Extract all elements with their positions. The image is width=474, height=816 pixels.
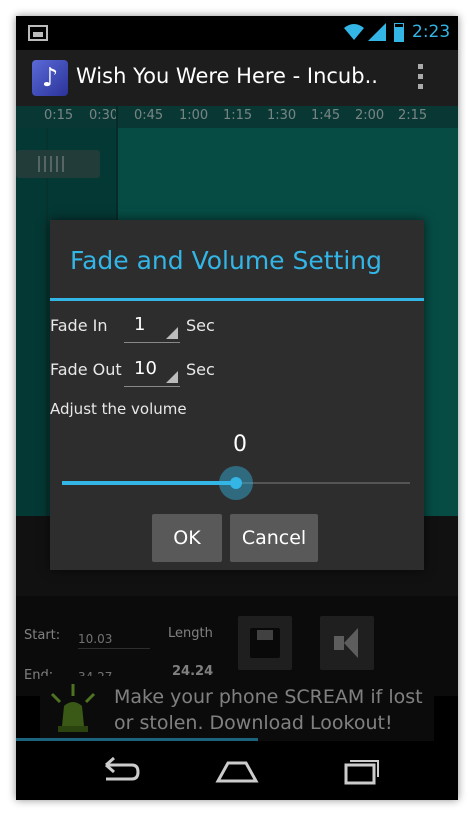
fade-in-label: Fade In bbox=[50, 316, 108, 335]
dialog-divider bbox=[50, 298, 424, 301]
fade-out-spinner[interactable]: 10 bbox=[124, 354, 180, 387]
overflow-menu-icon[interactable] bbox=[418, 64, 424, 92]
navigation-bar bbox=[16, 741, 458, 800]
fade-in-value: 1 bbox=[134, 314, 146, 335]
fade-volume-dialog: Fade and Volume Setting Fade In 1 Sec Fa… bbox=[50, 220, 424, 570]
phone-screen: 2:23 ♪ Wish You Were Here - Incub... 0:1… bbox=[16, 16, 458, 800]
clock: 2:23 bbox=[412, 22, 451, 42]
action-bar: ♪ Wish You Were Here - Incub... bbox=[16, 50, 458, 106]
cancel-button[interactable]: Cancel bbox=[230, 514, 318, 562]
volume-label: Adjust the volume bbox=[50, 400, 187, 418]
ok-button[interactable]: OK bbox=[152, 514, 222, 562]
home-icon[interactable] bbox=[212, 751, 262, 791]
fade-out-value: 10 bbox=[134, 358, 157, 379]
fade-out-unit: Sec bbox=[186, 360, 215, 379]
app-title: Wish You Were Here - Incub... bbox=[76, 64, 376, 88]
status-bar: 2:23 bbox=[16, 16, 458, 50]
gallery-notification-icon bbox=[28, 25, 48, 41]
fade-in-unit: Sec bbox=[186, 316, 215, 335]
dialog-title: Fade and Volume Setting bbox=[70, 246, 383, 275]
recent-apps-icon[interactable] bbox=[334, 751, 384, 791]
back-icon[interactable] bbox=[92, 751, 142, 791]
fade-in-spinner[interactable]: 1 bbox=[124, 310, 180, 343]
music-note-icon[interactable]: ♪ bbox=[32, 60, 68, 96]
volume-value: 0 bbox=[233, 432, 247, 457]
battery-icon bbox=[394, 23, 404, 42]
volume-slider-fill bbox=[62, 481, 236, 485]
volume-slider-thumb[interactable] bbox=[219, 466, 253, 500]
signal-icon bbox=[368, 23, 386, 41]
fade-out-label: Fade Out bbox=[50, 360, 122, 379]
wifi-icon bbox=[344, 24, 364, 40]
